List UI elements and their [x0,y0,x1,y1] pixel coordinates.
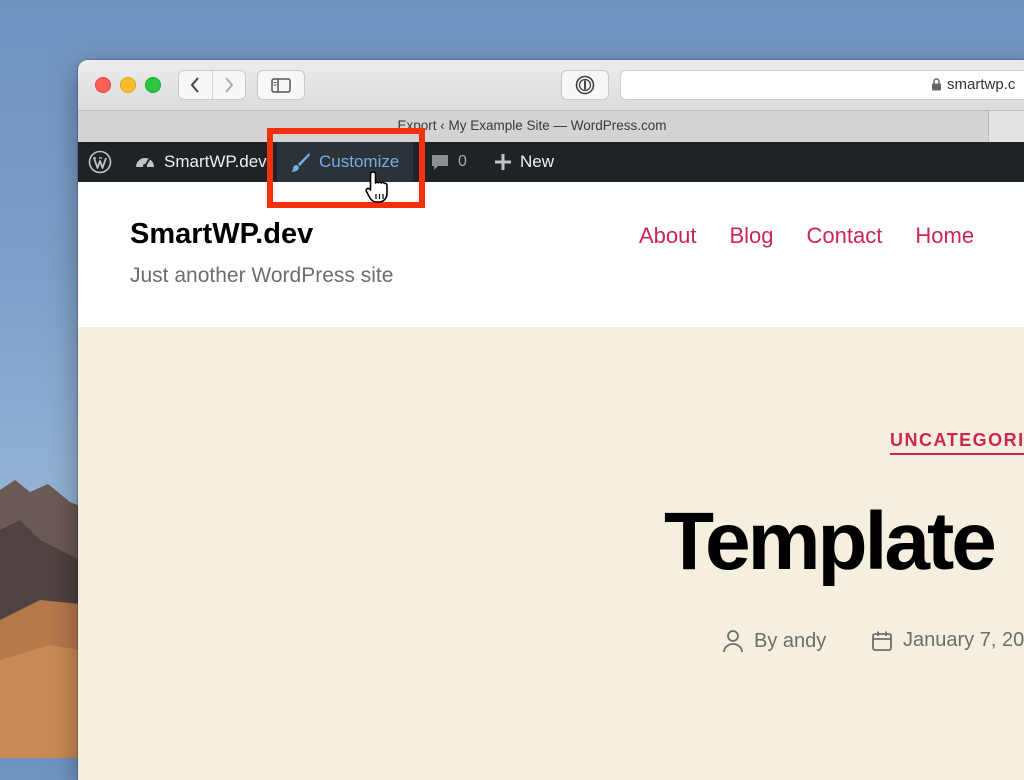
customize-highlight-box [267,128,425,208]
wordpress-logo-icon [88,150,112,174]
post-date-meta: January 7, 20 [871,629,1024,652]
forward-button[interactable] [211,71,246,99]
minimize-window-button[interactable] [120,77,136,93]
post-title: Template [664,496,997,587]
post-date[interactable]: January 7, 20 [903,629,1024,652]
site-title[interactable]: SmartWP.dev [130,218,313,251]
navigation-buttons [178,70,246,100]
post-author-meta: By andy [722,629,826,653]
wp-admin-bar: SmartWP.dev Customize 0 New [78,142,1024,182]
person-icon [723,630,743,653]
comments-count: 0 [458,153,467,170]
wp-logo-menu[interactable] [88,142,112,182]
menu-item-contact[interactable]: Contact [807,223,883,249]
menu-item-blog[interactable]: Blog [730,223,774,249]
site-header: SmartWP.dev Just another WordPress site … [78,182,1024,327]
post-category-link[interactable]: UNCATEGORI [890,430,1024,455]
sidebar-toggle-button[interactable] [257,70,305,100]
plus-icon [495,154,511,170]
comments-menu-item[interactable]: 0 [430,142,467,182]
chevron-left-icon [190,77,200,93]
close-window-button[interactable] [95,77,111,93]
address-text: smartwp.c [947,76,1016,93]
browser-window: smartwp.c Export ‹ My Example Site — Wor… [78,60,1024,780]
chevron-right-icon [224,77,234,93]
tab-bar: Export ‹ My Example Site — WordPress.com [78,110,1024,143]
comment-bubble-icon [432,155,448,170]
browser-toolbar: smartwp.c [78,60,1024,110]
password-manager-button[interactable] [561,70,609,100]
password-manager-icon [575,75,595,95]
post-hero: UNCATEGORI Template By andy January 7, 2… [78,327,1024,780]
site-description: Just another WordPress site [130,264,394,287]
primary-menu: About Blog Contact Home [639,223,974,249]
post-author[interactable]: By andy [754,630,826,653]
site-name-label: SmartWP.dev [164,152,267,171]
address-bar[interactable]: smartwp.c [620,70,1024,100]
menu-item-home[interactable]: Home [915,223,974,249]
back-button[interactable] [179,71,212,99]
lock-icon [932,78,941,91]
calendar-icon [872,631,892,651]
desktop-mountains [0,480,90,758]
dashboard-icon [136,158,154,168]
hand-pointer-cursor-icon [365,171,388,203]
new-label: New [520,152,555,171]
menu-item-about[interactable]: About [639,223,697,249]
new-content-menu[interactable]: New [494,142,554,182]
site-name-menu[interactable]: SmartWP.dev [134,142,267,182]
zoom-window-button[interactable] [145,77,161,93]
next-tab[interactable] [988,111,1024,142]
active-tab-title[interactable]: Export ‹ My Example Site — WordPress.com [78,118,986,133]
sidebar-icon [271,77,291,93]
